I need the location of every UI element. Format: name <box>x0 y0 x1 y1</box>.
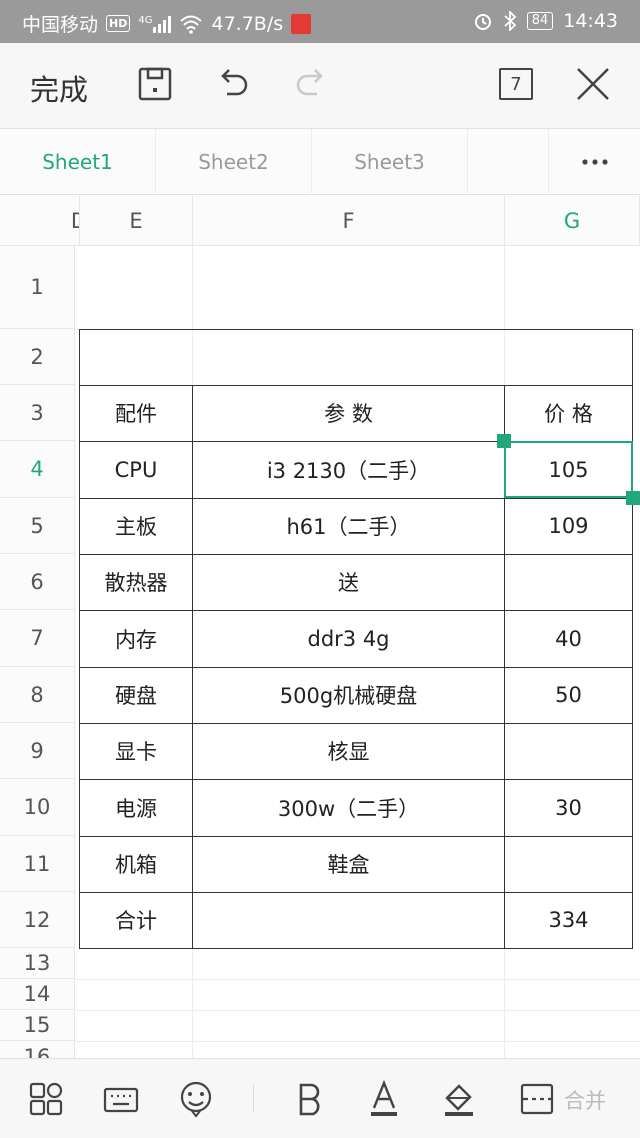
merge-cells-icon[interactable] <box>515 1077 559 1121</box>
cell-e7[interactable]: 内存 <box>80 610 192 667</box>
sheet-tabs: Sheet1 Sheet2 Sheet3 <box>0 129 640 195</box>
column-header-f[interactable]: F <box>193 196 505 246</box>
cell-e9[interactable]: 显卡 <box>80 723 192 779</box>
row-header[interactable]: 16 <box>0 1041 75 1058</box>
cell-f10[interactable]: 300w（二手） <box>193 779 504 836</box>
row-header[interactable]: 7 <box>0 610 75 667</box>
row-header[interactable]: 4 <box>0 441 75 498</box>
row-header[interactable]: 5 <box>0 498 75 554</box>
undo-icon[interactable] <box>213 64 253 104</box>
row-header[interactable]: 11 <box>0 836 75 892</box>
done-button[interactable]: 完成 <box>30 67 88 109</box>
bluetooth-icon <box>504 11 516 31</box>
bold-icon[interactable] <box>288 1077 332 1121</box>
cell-g3[interactable]: 价 格 <box>505 385 632 441</box>
cell-e10[interactable]: 电源 <box>80 779 192 836</box>
row-header[interactable]: 2 <box>0 329 75 385</box>
alarm-icon <box>474 14 491 30</box>
cell-e4[interactable]: CPU <box>80 441 192 498</box>
selection-handle-bottom-right[interactable] <box>626 491 640 505</box>
cell-f8[interactable]: 500g机械硬盘 <box>193 667 504 723</box>
cell-e8[interactable]: 硬盘 <box>80 667 192 723</box>
cell-g12[interactable]: 334 <box>505 892 632 948</box>
row-header[interactable]: 3 <box>0 385 75 441</box>
table-border <box>632 329 633 949</box>
cell-g10[interactable]: 30 <box>505 779 632 836</box>
column-header-g[interactable]: G <box>505 196 640 246</box>
app-notification-icon <box>291 13 312 34</box>
cell-f5[interactable]: h61（二手） <box>193 498 504 554</box>
selection-handle-top-left[interactable] <box>497 434 511 448</box>
table-border <box>79 948 633 949</box>
gridline <box>75 1010 640 1011</box>
merge-label[interactable]: 合并 <box>564 1085 606 1115</box>
close-icon[interactable] <box>573 64 613 104</box>
tab-sheet3[interactable]: Sheet3 <box>312 129 468 195</box>
sheet-count: 7 <box>499 68 533 100</box>
toolbar-divider <box>253 1085 254 1113</box>
row-header[interactable]: 12 <box>0 892 75 948</box>
cell-g9[interactable] <box>505 723 632 779</box>
signal-icon: 4G <box>138 14 172 33</box>
column-header-d[interactable]: D <box>0 196 80 246</box>
fill-color-icon[interactable] <box>437 1077 481 1121</box>
tab-sheet1[interactable]: Sheet1 <box>0 129 156 195</box>
editor-toolbar: 完成 7 <box>0 43 640 129</box>
cell-e6[interactable]: 散热器 <box>80 554 192 610</box>
row-header[interactable]: 13 <box>0 948 75 979</box>
save-icon[interactable] <box>135 64 175 104</box>
layout-icon[interactable] <box>24 1077 68 1121</box>
gridline <box>75 1041 640 1042</box>
clock: 14:43 <box>563 10 618 32</box>
spreadsheet-grid[interactable]: D E F G 1 2 3 4 5 6 7 8 9 10 11 12 13 14… <box>0 196 640 1058</box>
sheet-count-icon[interactable]: 7 <box>496 64 536 104</box>
tab-sheet2[interactable]: Sheet2 <box>156 129 312 195</box>
cell-f11[interactable]: 鞋盒 <box>193 836 504 892</box>
cell-f6[interactable]: 送 <box>193 554 504 610</box>
network-speed: 47.7B/s <box>211 12 284 35</box>
row-header[interactable]: 1 <box>0 246 75 329</box>
cell-g11[interactable] <box>505 836 632 892</box>
cell-e12[interactable]: 合计 <box>80 892 192 948</box>
row-header[interactable]: 15 <box>0 1010 75 1041</box>
cell-f7[interactable]: ddr3 4g <box>193 610 504 667</box>
cell-e11[interactable]: 机箱 <box>80 836 192 892</box>
row-header[interactable]: 6 <box>0 554 75 610</box>
cell-g8[interactable]: 50 <box>505 667 632 723</box>
row-header[interactable]: 14 <box>0 979 75 1010</box>
font-color-icon[interactable] <box>362 1077 406 1121</box>
status-bar: 中国移动 HD 4G 47.7B/s 84 14:43 <box>0 0 640 43</box>
cell-f3[interactable]: 参 数 <box>193 385 504 441</box>
cell-f12[interactable] <box>193 892 504 948</box>
redo-icon[interactable] <box>291 64 331 104</box>
battery-indicator: 84 <box>526 12 554 30</box>
table-border <box>79 329 633 330</box>
cell-g7[interactable]: 40 <box>505 610 632 667</box>
carrier-label: 中国移动 <box>22 14 99 36</box>
wifi-icon <box>180 15 203 34</box>
cell-f9[interactable]: 核显 <box>193 723 504 779</box>
emoji-icon[interactable] <box>174 1077 218 1121</box>
cell-e5[interactable]: 主板 <box>80 498 192 554</box>
cell-g6[interactable] <box>505 554 632 610</box>
keyboard-icon[interactable] <box>99 1077 143 1121</box>
gridline <box>75 979 640 980</box>
cell-e3[interactable]: 配件 <box>80 385 192 441</box>
row-header[interactable]: 9 <box>0 723 75 779</box>
row-header[interactable]: 10 <box>0 779 75 836</box>
network-type: 4G <box>138 14 153 26</box>
column-header-e[interactable]: E <box>80 196 193 246</box>
cell-g5[interactable]: 109 <box>505 498 632 554</box>
hd-badge: HD <box>106 15 131 32</box>
cell-selection <box>504 441 633 498</box>
row-header[interactable]: 8 <box>0 667 75 723</box>
cell-f4[interactable]: i3 2130（二手） <box>193 441 504 498</box>
bottom-toolbar: 合并 <box>0 1058 640 1138</box>
more-icon[interactable] <box>548 129 640 195</box>
